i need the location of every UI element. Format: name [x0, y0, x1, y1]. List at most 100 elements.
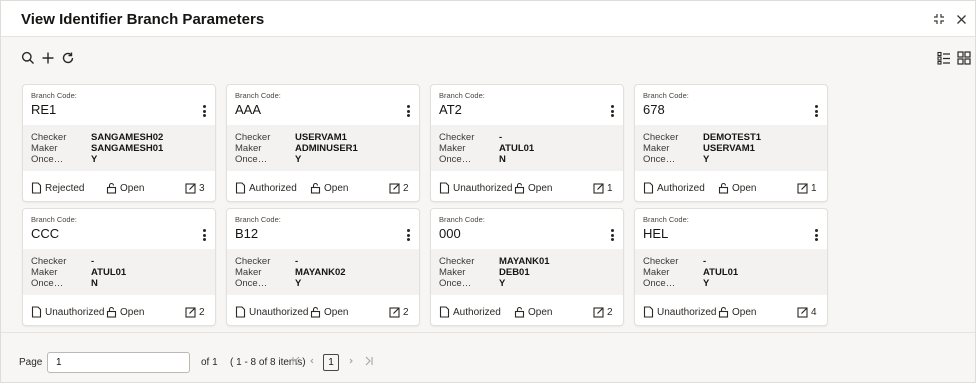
branch-card[interactable]: Branch Code: RE1 Checker SANGAMESH02 Mak…	[22, 84, 216, 202]
first-page-icon[interactable]	[291, 355, 301, 370]
page-title: View Identifier Branch Parameters	[21, 11, 265, 28]
branch-card[interactable]: Branch Code: AT2 Checker - Maker ATUL01 …	[430, 84, 624, 202]
once-label: Once…	[235, 154, 268, 165]
record-status: Authorized	[643, 182, 705, 194]
card-details: Checker MAYANK01 Maker DEB01 Once… Y	[431, 249, 623, 295]
edit-count: 1	[797, 182, 817, 194]
record-status: Authorized	[439, 306, 501, 318]
maker-row: Maker SANGAMESH01	[31, 143, 211, 154]
card-footer: Unauthorized Open 2	[227, 297, 419, 325]
card-footer: Authorized Open 2	[227, 173, 419, 201]
branch-code-value: HEL	[643, 226, 669, 241]
maker-row: Maker ATUL01	[643, 267, 823, 278]
record-status: Unauthorized	[439, 182, 512, 194]
branch-card[interactable]: Branch Code: CCC Checker - Maker ATUL01 …	[22, 208, 216, 326]
maker-value: ADMINUSER1	[295, 143, 358, 154]
branch-card[interactable]: Branch Code: B12 Checker - Maker MAYANK0…	[226, 208, 420, 326]
branch-code-label: Branch Code:	[31, 91, 77, 100]
page-of-label: of 1	[201, 357, 218, 368]
checker-label: Checker	[235, 256, 271, 267]
checker-label: Checker	[643, 132, 679, 143]
tile-view-icon[interactable]	[955, 49, 973, 67]
checker-value: -	[91, 256, 95, 267]
close-icon[interactable]	[953, 11, 969, 27]
card-header: Branch Code: AAA	[227, 85, 419, 125]
edit-count-value: 2	[403, 306, 409, 318]
current-page-button[interactable]: 1	[323, 354, 339, 371]
document-icon	[439, 306, 450, 318]
lock-text: Open	[528, 182, 553, 194]
edit-icon	[593, 183, 604, 194]
maker-row: Maker ATUL01	[439, 143, 619, 154]
card-details: Checker DEMOTEST1 Maker USERVAM1 Once… Y	[635, 125, 827, 171]
list-view-icon[interactable]	[935, 49, 953, 67]
edit-count: 2	[389, 182, 409, 194]
once-row: Once… Y	[235, 154, 415, 165]
branch-code-label: Branch Code:	[439, 215, 485, 224]
unlock-icon	[514, 182, 525, 194]
branch-card[interactable]: Branch Code: HEL Checker - Maker ATUL01 …	[634, 208, 828, 326]
more-options-icon[interactable]	[607, 103, 617, 119]
last-page-icon[interactable]	[364, 355, 374, 370]
more-options-icon[interactable]	[811, 227, 821, 243]
plus-icon[interactable]	[39, 49, 57, 67]
maker-row: Maker MAYANK02	[235, 267, 415, 278]
edit-icon	[389, 307, 400, 318]
prev-page-icon[interactable]	[308, 355, 316, 370]
maker-value: ATUL01	[703, 267, 739, 278]
record-status: Unauthorized	[31, 306, 104, 318]
maker-label: Maker	[643, 143, 670, 154]
checker-label: Checker	[235, 132, 271, 143]
edit-count: 3	[185, 182, 205, 194]
document-icon	[31, 182, 42, 194]
edit-count: 2	[185, 306, 205, 318]
branch-card[interactable]: Branch Code: AAA Checker USERVAM1 Maker …	[226, 84, 420, 202]
next-page-icon[interactable]	[347, 355, 355, 370]
edit-count: 4	[797, 306, 817, 318]
status-text: Authorized	[657, 182, 705, 194]
status-text: Authorized	[453, 306, 501, 318]
edit-count-value: 2	[199, 306, 205, 318]
card-header: Branch Code: B12	[227, 209, 419, 249]
more-options-icon[interactable]	[199, 227, 209, 243]
maker-value: ATUL01	[91, 267, 127, 278]
edit-icon	[797, 183, 808, 194]
once-row: Once… Y	[643, 278, 823, 289]
branch-card[interactable]: Branch Code: 000 Checker MAYANK01 Maker …	[430, 208, 624, 326]
once-label: Once…	[439, 154, 472, 165]
branch-card[interactable]: Branch Code: 678 Checker DEMOTEST1 Maker…	[634, 84, 828, 202]
maker-label: Maker	[31, 267, 58, 278]
once-row: Once… Y	[235, 278, 415, 289]
more-options-icon[interactable]	[607, 227, 617, 243]
expand-icon[interactable]	[931, 11, 947, 27]
maker-row: Maker USERVAM1	[643, 143, 823, 154]
app-window: View Identifier Branch Parameters Branch…	[0, 0, 976, 383]
page-input[interactable]	[47, 352, 190, 373]
once-value: Y	[295, 278, 302, 289]
search-icon[interactable]	[19, 49, 37, 67]
lock-status: Open	[514, 182, 552, 194]
edit-count-value: 2	[607, 306, 613, 318]
card-footer: Unauthorized Open 4	[635, 297, 827, 325]
more-options-icon[interactable]	[811, 103, 821, 119]
status-text: Authorized	[249, 182, 297, 194]
more-options-icon[interactable]	[199, 103, 209, 119]
document-icon	[439, 182, 450, 194]
edit-icon	[593, 307, 604, 318]
checker-value: DEMOTEST1	[703, 132, 762, 143]
lock-text: Open	[732, 306, 757, 318]
refresh-icon[interactable]	[59, 49, 77, 67]
lock-status: Open	[718, 306, 756, 318]
more-options-icon[interactable]	[403, 227, 413, 243]
branch-code-value: AAA	[235, 102, 262, 117]
lock-status: Open	[310, 182, 348, 194]
maker-row: Maker ATUL01	[31, 267, 211, 278]
once-value: Y	[703, 278, 710, 289]
branch-code-value: 678	[643, 102, 665, 117]
maker-row: Maker DEB01	[439, 267, 619, 278]
once-value: N	[499, 154, 506, 165]
maker-label: Maker	[643, 267, 670, 278]
unlock-icon	[718, 306, 729, 318]
more-options-icon[interactable]	[403, 103, 413, 119]
branch-code-value: 000	[439, 226, 461, 241]
